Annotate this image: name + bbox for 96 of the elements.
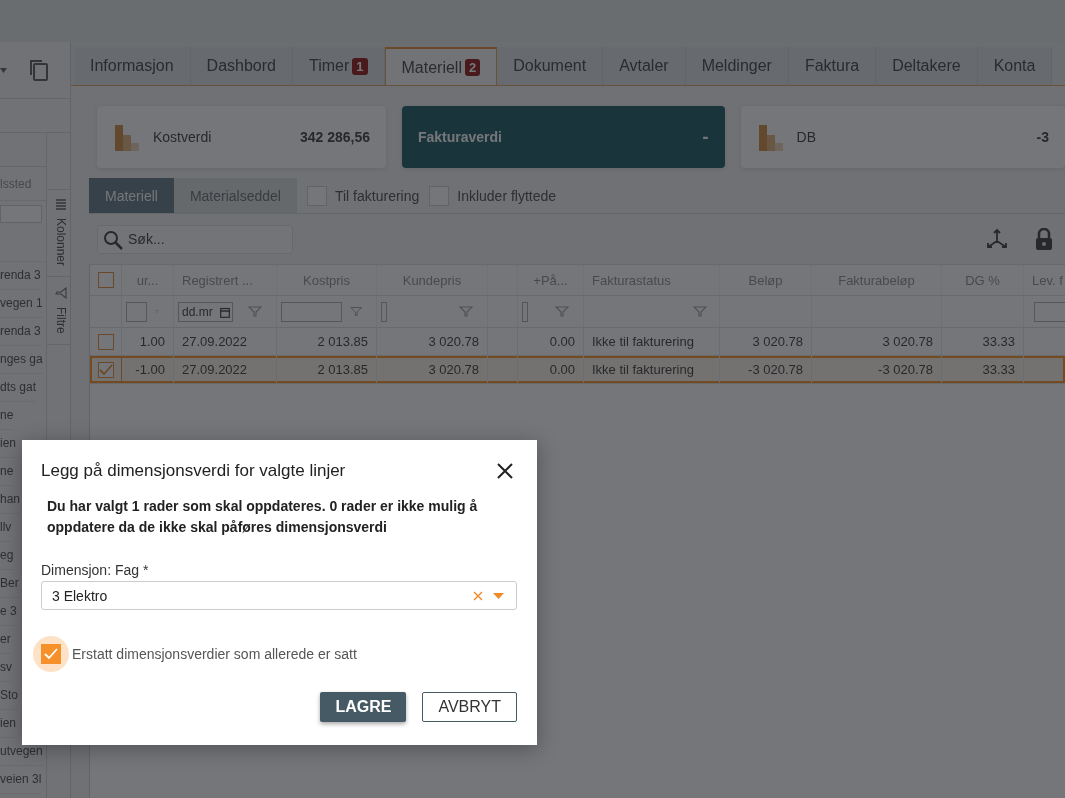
card-label: DB (796, 129, 818, 145)
dimension-select[interactable]: 3 Elektro (41, 581, 517, 610)
list-item[interactable]: renda 3 (0, 262, 41, 290)
list-item[interactable]: eg (0, 542, 14, 570)
dialog-title: Legg på dimensjonsverdi for valgte linjer (41, 461, 346, 481)
table-cell: -3 020.78 (812, 356, 942, 383)
table-cell: -3 020.78 (720, 356, 812, 383)
table-cell: 0.00 (518, 328, 584, 355)
list-item[interactable]: llv (0, 514, 12, 542)
list-item[interactable]: renda 3 (0, 318, 41, 346)
card-value: -3 (1036, 129, 1049, 145)
clear-icon[interactable] (473, 590, 483, 601)
check-icon (44, 648, 58, 660)
list-item[interactable]: han (0, 486, 21, 514)
list-item[interactable]: e 3 (0, 598, 17, 626)
list-item[interactable]: sv (0, 654, 12, 682)
table-cell: 1.00 (122, 328, 174, 355)
list-item[interactable]: Ber (0, 570, 19, 598)
list-item[interactable]: dts gat (0, 374, 37, 402)
row-checkbox[interactable] (97, 272, 114, 288)
list-item[interactable]: ien (0, 430, 16, 458)
table-cell: 33.33 (942, 328, 1024, 355)
date-field[interactable]: dd.mr (178, 301, 233, 322)
funnel-icon[interactable] (459, 306, 473, 317)
tab[interactable]: Timer 1 (292, 47, 385, 85)
card-label: Fakturaverdi (417, 129, 503, 145)
funnel-icon[interactable] (349, 306, 362, 317)
checkbox-label: Erstatt dimensjonsverdier som allerede er satt (72, 646, 357, 662)
list-item[interactable]: vegen 1 (0, 290, 43, 318)
bar-chart-icon (113, 123, 141, 151)
card-value: - (702, 126, 709, 148)
table-cell: Ikke til fakturering (584, 356, 720, 383)
table-cell: 33.33 (942, 356, 1024, 383)
table-cell: -1.00 (122, 356, 174, 383)
filter-icon (54, 287, 67, 300)
columns-icon (55, 199, 66, 211)
table-cell: 3 020.78 (720, 328, 812, 355)
search-icon (103, 229, 123, 250)
checkbox-label: Inkluder flyttede (457, 187, 557, 204)
funnel-icon[interactable] (555, 306, 569, 317)
bar-chart-icon (756, 123, 785, 151)
row-checkbox[interactable] (97, 361, 114, 378)
table-cell: 3 020.78 (377, 328, 488, 355)
tab[interactable]: Informasjon (74, 47, 191, 85)
table-cell: Ikke til fakturering (584, 328, 720, 355)
save-button[interactable]: LAGRE (320, 692, 407, 722)
caret-icon[interactable] (493, 592, 504, 599)
list-item[interactable]: ne (0, 458, 14, 486)
row-checkbox[interactable] (97, 333, 114, 350)
table-cell: 3 020.78 (812, 328, 942, 355)
field-label: Dimensjon: Fag * (41, 562, 150, 578)
calendar-icon[interactable] (220, 306, 230, 318)
card-value: 342 286,56 (299, 129, 370, 145)
tab[interactable]: Materiell 2 (384, 47, 498, 85)
list-item[interactable]: ien (0, 710, 16, 738)
tab[interactable]: Dashbord (190, 47, 293, 85)
list-item[interactable]: veien 3l (0, 766, 42, 794)
table-row[interactable]: 1.00 27.09.2022 2 013.85 3 020.78 0.00 Ikke til fakturering 3 020.78 3 020.78 33.33 (90, 328, 1065, 356)
table-row[interactable]: -1.00 27.09.2022 2 013.85 3 020.78 0.00 Ikke til fakturering -3 020.78 -3 020.78 33.33 (90, 356, 1065, 384)
lock-icon[interactable] (1035, 228, 1053, 250)
tab[interactable]: Konta (977, 47, 1053, 85)
count-badge: 1 (352, 57, 368, 75)
tab[interactable]: Dokument (497, 47, 604, 85)
filter-field[interactable] (381, 301, 387, 322)
table-cell: 27.09.2022 (174, 328, 277, 355)
filter-field[interactable] (126, 301, 148, 322)
table-cell: 27.09.2022 (174, 356, 277, 383)
table-cell: 2 013.85 (277, 328, 377, 355)
filter-field[interactable] (522, 301, 528, 322)
card-label: Kostverdi (153, 129, 213, 145)
check-icon (98, 363, 113, 376)
dialog-message: Du har valgt 1 rader som skal oppdateres. 0 rader er ikke mulig å oppdatere da de ikke skal påføres dimensjonsverdi (47, 497, 479, 537)
caret-icon[interactable] (0, 67, 7, 73)
search-field[interactable]: Søk... (97, 224, 293, 254)
cancel-button[interactable]: AVBRYT (422, 692, 517, 722)
copy-icon[interactable] (29, 59, 49, 81)
list-item[interactable]: er (0, 626, 11, 654)
filter-field[interactable] (1034, 301, 1065, 322)
tab[interactable]: Meldinger (685, 47, 789, 85)
list-item[interactable]: Sto (0, 682, 18, 710)
list-item[interactable]: nges ga (0, 346, 43, 374)
count-badge: 2 (464, 59, 481, 76)
funnel-icon[interactable] (693, 306, 707, 317)
table-cell: 2 013.85 (277, 356, 377, 383)
table-cell: 0.00 (518, 356, 584, 383)
table-cell: 3 020.78 (377, 356, 488, 383)
tab[interactable]: Faktura (788, 47, 877, 85)
close-icon[interactable] (497, 463, 513, 479)
list-item[interactable]: ne (0, 402, 14, 430)
tab[interactable]: Deltakere (876, 47, 978, 85)
axes-icon[interactable] (985, 228, 1009, 250)
checkbox-label: Til fakturering (334, 187, 420, 204)
funnel-icon[interactable] (248, 306, 262, 317)
checkbox[interactable] (41, 644, 61, 664)
filter-field[interactable] (281, 301, 342, 322)
tab[interactable]: Avtaler (603, 47, 686, 85)
